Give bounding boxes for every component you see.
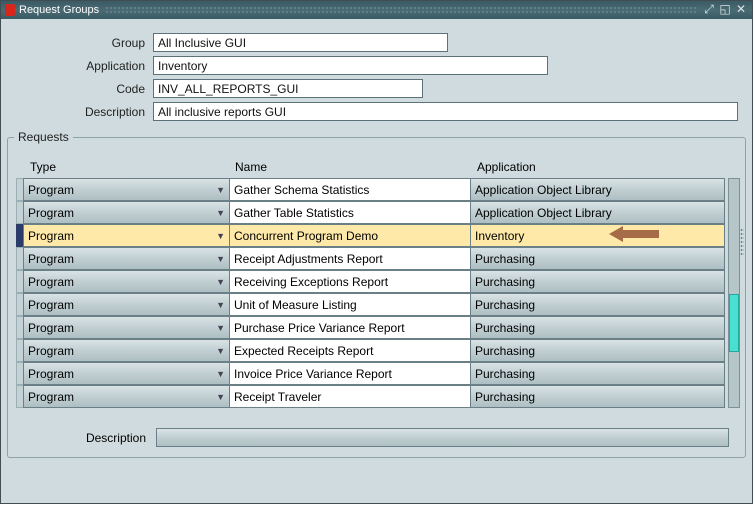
chevron-down-icon[interactable]: ▼: [216, 369, 225, 379]
type-cell[interactable]: Program ▼: [23, 293, 230, 316]
titlebar[interactable]: Request Groups ⤢ ◱ ✕: [1, 1, 752, 19]
vertical-scrollbar[interactable]: [728, 178, 740, 408]
grid-header: Type Name Application: [24, 160, 737, 174]
type-cell[interactable]: Program ▼: [23, 270, 230, 293]
request-groups-window: Request Groups ⤢ ◱ ✕ Group Application C…: [0, 0, 753, 504]
oracle-icon: [5, 4, 15, 16]
grid-description-field[interactable]: [156, 428, 729, 447]
type-value: Program: [28, 367, 74, 381]
chevron-down-icon[interactable]: ▼: [216, 346, 225, 356]
header-form: Group Application Code Description: [1, 19, 752, 129]
type-cell[interactable]: Program ▼: [23, 201, 230, 224]
chevron-down-icon[interactable]: ▼: [216, 254, 225, 264]
close-icon[interactable]: ✕: [734, 3, 748, 17]
group-label: Group: [13, 36, 153, 50]
col-header-application: Application: [473, 160, 725, 174]
code-field[interactable]: [153, 79, 423, 98]
minimize-icon[interactable]: ⤢: [702, 3, 716, 17]
chevron-down-icon[interactable]: ▼: [216, 392, 225, 402]
type-value: Program: [28, 183, 74, 197]
type-value: Program: [28, 298, 74, 312]
requests-legend: Requests: [14, 130, 73, 144]
table-row[interactable]: Program ▼ Invoice Price Variance ReportPur…: [16, 362, 737, 385]
chevron-down-icon[interactable]: ▼: [216, 208, 225, 218]
requests-fieldset: Requests Type Name Application Program▼G…: [7, 137, 746, 458]
name-cell[interactable]: Purchase Price Variance Report: [229, 316, 471, 339]
grid-description-label: Description: [56, 431, 156, 445]
table-row[interactable]: Program ▼ Gather Table StatisticsApplicati…: [16, 201, 737, 224]
application-field[interactable]: [153, 56, 548, 75]
application-cell[interactable]: Inventory: [470, 224, 725, 247]
application-cell[interactable]: Purchasing: [470, 293, 725, 316]
application-label: Application: [13, 59, 153, 73]
requests-grid: Type Name Application Program ▼ Gather Sch…: [16, 160, 737, 447]
grid-description-row: Description: [16, 428, 737, 447]
name-cell[interactable]: Concurrent Program Demo: [229, 224, 471, 247]
restore-icon[interactable]: ◱: [718, 3, 732, 17]
type-value: Program: [28, 206, 74, 220]
chevron-down-icon[interactable]: ▼: [216, 277, 225, 287]
type-cell[interactable]: Program ▼: [23, 178, 230, 201]
type-cell[interactable]: Program ▼: [23, 339, 230, 362]
application-cell[interactable]: Purchasing: [470, 339, 725, 362]
chevron-down-icon[interactable]: ▼: [216, 185, 225, 195]
application-cell[interactable]: Application Object Library: [470, 201, 725, 224]
type-cell[interactable]: Program ▼: [23, 316, 230, 339]
table-row[interactable]: Program ▼ Unit of Measure ListingPurchasin…: [16, 293, 737, 316]
name-cell[interactable]: Expected Receipts Report: [229, 339, 471, 362]
name-cell[interactable]: Receipt Traveler: [229, 385, 471, 408]
description-label: Description: [13, 105, 153, 119]
chevron-down-icon[interactable]: ▼: [216, 231, 225, 241]
scrollbar-thumb[interactable]: [729, 294, 739, 352]
application-cell[interactable]: Application Object Library: [470, 178, 725, 201]
code-label: Code: [13, 82, 153, 96]
application-cell[interactable]: Purchasing: [470, 247, 725, 270]
type-value: Program: [28, 252, 74, 266]
name-cell[interactable]: Invoice Price Variance Report: [229, 362, 471, 385]
type-cell[interactable]: Program ▼: [23, 247, 230, 270]
group-field[interactable]: [153, 33, 448, 52]
type-value: Program: [28, 321, 74, 335]
name-cell[interactable]: Receipt Adjustments Report: [229, 247, 471, 270]
type-value: Program: [28, 344, 74, 358]
name-cell[interactable]: Gather Schema Statistics: [229, 178, 471, 201]
description-field[interactable]: [153, 102, 738, 121]
col-header-name: Name: [231, 160, 473, 174]
type-cell[interactable]: Program ▼: [23, 362, 230, 385]
table-row[interactable]: Program ▼ Receiving Exceptions ReportPurch…: [16, 270, 737, 293]
chevron-down-icon[interactable]: ▼: [216, 300, 225, 310]
table-row[interactable]: Program ▼ Purchase Price Variance ReportPu…: [16, 316, 737, 339]
annotation-arrow: [609, 226, 659, 242]
chevron-down-icon[interactable]: ▼: [216, 323, 225, 333]
type-value: Program: [28, 275, 74, 289]
titlebar-texture: [105, 6, 696, 14]
name-cell[interactable]: Unit of Measure Listing: [229, 293, 471, 316]
application-cell[interactable]: Purchasing: [470, 362, 725, 385]
type-value: Program: [28, 229, 74, 243]
application-cell[interactable]: Purchasing: [470, 270, 725, 293]
col-header-type: Type: [24, 160, 231, 174]
type-cell[interactable]: Program ▼: [23, 224, 230, 247]
type-value: Program: [28, 390, 74, 404]
type-cell[interactable]: Program ▼: [23, 385, 230, 408]
grid-body: Program ▼ Gather Schema StatisticsApplicat…: [16, 178, 737, 408]
window-title: Request Groups: [19, 4, 99, 16]
table-row[interactable]: Program ▼ Gather Schema StatisticsApplicat…: [16, 178, 737, 201]
table-row[interactable]: Program ▼ Expected Receipts ReportPurchasi…: [16, 339, 737, 362]
table-row[interactable]: Program ▼ Receipt TravelerPurchasing: [16, 385, 737, 408]
name-cell[interactable]: Gather Table Statistics: [229, 201, 471, 224]
name-cell[interactable]: Receiving Exceptions Report: [229, 270, 471, 293]
application-cell[interactable]: Purchasing: [470, 316, 725, 339]
row-resize-handle[interactable]: [740, 228, 744, 256]
table-row[interactable]: Program ▼ Receipt Adjustments ReportPurcha…: [16, 247, 737, 270]
application-cell[interactable]: Purchasing: [470, 385, 725, 408]
